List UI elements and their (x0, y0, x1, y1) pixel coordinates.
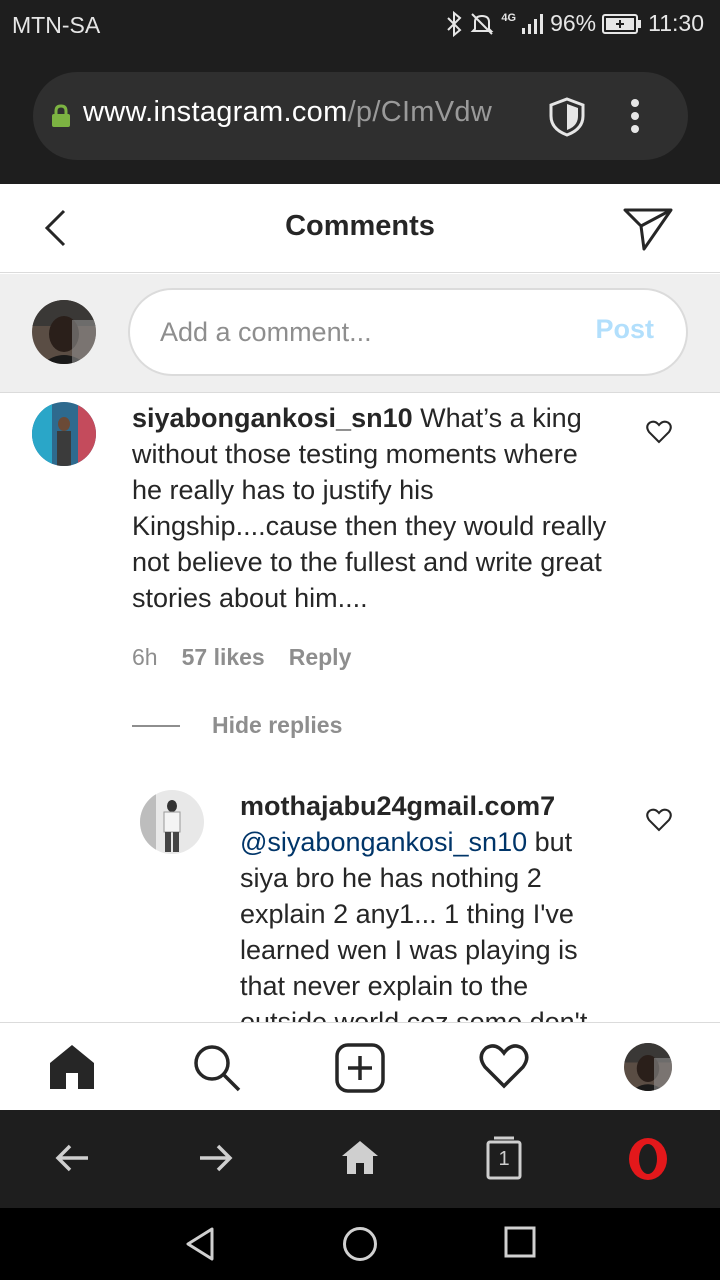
replier-avatar[interactable] (140, 790, 204, 854)
status-bar: MTN-SA 4G 96% 11:30 (0, 0, 720, 48)
like-heart-icon[interactable] (646, 420, 672, 444)
comment-input-wrapper: Post (128, 288, 688, 376)
reply-body: mothajabu24gmail.com7 @siyabongankosi_sn… (240, 788, 620, 1022)
tab-count: 1 (498, 1148, 510, 1170)
battery-icon (602, 13, 642, 34)
url-path: /p/CImVdw (347, 96, 493, 128)
tabs-button[interactable]: 1 (486, 1136, 522, 1180)
post-button[interactable]: Post (595, 314, 654, 345)
forward-arrow-icon[interactable] (198, 1138, 234, 1178)
comment-text: What’s a king without those testing mome… (132, 403, 607, 613)
clock: 11:30 (648, 10, 704, 36)
status-icons: 4G 96% 11:30 (445, 10, 704, 37)
system-home-icon[interactable] (342, 1226, 378, 1262)
hide-replies-toggle[interactable]: Hide replies (132, 712, 342, 739)
reply-username[interactable]: mothajabu24gmail.com7 (240, 788, 620, 824)
page-title: Comments (285, 210, 435, 242)
hide-replies-label: Hide replies (212, 712, 343, 738)
system-back-icon[interactable] (184, 1226, 216, 1262)
browser-navigation-bar: 1 (0, 1110, 720, 1208)
direct-send-icon[interactable] (622, 206, 674, 252)
comment-body: siyabongankosi_sn10 What’s a king withou… (132, 400, 612, 616)
mute-icon (470, 12, 494, 35)
opera-menu-icon[interactable] (626, 1136, 670, 1182)
comment-username[interactable]: siyabongankosi_sn10 (132, 403, 413, 433)
like-heart-icon[interactable] (646, 808, 672, 832)
commenter-avatar[interactable] (32, 402, 96, 466)
browser-home-icon[interactable] (340, 1138, 380, 1176)
comment-composer: Post (0, 274, 720, 393)
back-arrow-icon[interactable] (54, 1138, 90, 1178)
home-icon[interactable] (48, 1043, 96, 1091)
bluetooth-icon (447, 10, 462, 37)
bottom-navigation (0, 1022, 720, 1110)
browser-toolbar: www.instagram.com/p/CImVdw (0, 48, 720, 184)
more-options-icon[interactable] (629, 98, 641, 134)
comment-time: 6h (132, 644, 158, 670)
system-navigation-bar (0, 1208, 720, 1280)
activity-heart-icon[interactable] (479, 1043, 529, 1089)
url-host: www.instagram.com (83, 96, 348, 128)
reply-mention[interactable]: @siyabongankosi_sn10 (240, 827, 527, 857)
carrier-label: MTN-SA (12, 12, 101, 38)
url-text[interactable]: www.instagram.com/p/CImVdw (83, 96, 528, 129)
profile-avatar[interactable] (624, 1043, 672, 1091)
secure-lock-icon (52, 104, 70, 127)
current-user-avatar (32, 300, 96, 364)
search-icon[interactable] (192, 1043, 242, 1093)
comments-header: Comments (0, 184, 720, 273)
divider (132, 724, 180, 727)
battery-percent: 96% (550, 10, 597, 36)
address-bar[interactable]: www.instagram.com/p/CImVdw (33, 72, 688, 160)
comment-likes[interactable]: 57 likes (182, 644, 265, 671)
network-type: 4G (501, 12, 517, 24)
signal-icon (522, 13, 544, 34)
reply-button[interactable]: Reply (289, 644, 352, 671)
system-recents-icon[interactable] (504, 1226, 536, 1258)
comment-input[interactable] (160, 310, 580, 354)
comment-meta: 6h 57 likes Reply (132, 644, 351, 671)
shield-icon[interactable] (547, 96, 587, 138)
new-post-icon[interactable] (335, 1043, 385, 1093)
comment-list: siyabongankosi_sn10 What’s a king withou… (0, 394, 720, 1022)
